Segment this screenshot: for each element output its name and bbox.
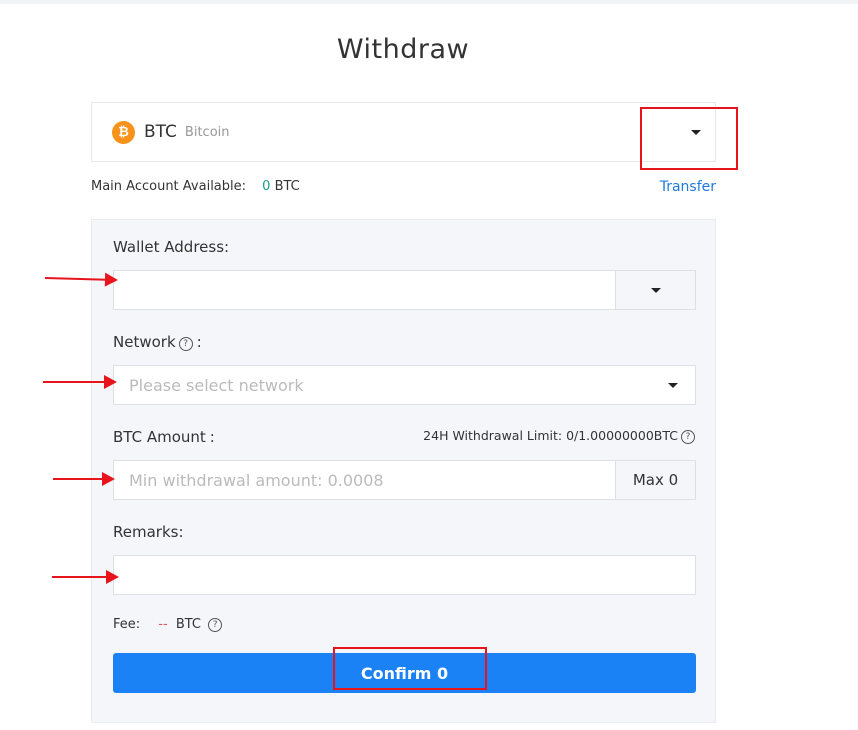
coin-select-dropdown[interactable]: ₿ BTC Bitcoin — [91, 102, 716, 162]
remarks-colon: : — [178, 523, 184, 541]
remarks-label-text: Remarks — [113, 523, 179, 541]
wallet-address-input[interactable] — [113, 270, 696, 310]
address-book-dropdown-button[interactable] — [615, 270, 696, 310]
network-select[interactable]: Please select network — [113, 365, 696, 405]
wallet-address-label-text: Wallet Address — [113, 238, 225, 256]
remarks-input[interactable] — [113, 555, 696, 595]
page-title: Withdraw — [336, 34, 470, 65]
withdrawal-limit-text: 24H Withdrawal Limit: 0/1.00000000BTC — [423, 428, 678, 443]
network-label-text: Network — [113, 333, 176, 351]
wallet-address-label: Wallet Address: — [113, 238, 229, 256]
confirm-button[interactable]: Confirm 0 — [113, 653, 696, 693]
network-label: Network?: — [113, 333, 202, 351]
network-colon: : — [196, 333, 202, 351]
fee-unit: BTC — [175, 617, 202, 632]
coin-name: Bitcoin — [184, 124, 230, 140]
bitcoin-icon: ₿ — [112, 120, 135, 144]
network-placeholder: Please select network — [129, 375, 304, 395]
amount-label: BTC Amount: — [113, 428, 215, 446]
fee-row: Fee: -- BTC ? — [113, 617, 223, 632]
available-amount: 0 — [262, 179, 271, 194]
transfer-link[interactable]: Transfer — [660, 179, 716, 195]
chevron-down-icon — [650, 287, 661, 293]
help-icon[interactable]: ? — [208, 618, 223, 632]
withdraw-form: Wallet Address: Network?: Please select … — [91, 219, 716, 723]
coin-symbol: BTC — [144, 122, 177, 142]
help-icon[interactable]: ? — [681, 430, 695, 444]
top-border — [0, 0, 858, 4]
chevron-down-icon — [668, 383, 678, 388]
help-icon[interactable]: ? — [178, 337, 193, 351]
amount-placeholder: Min withdrawal amount: 0.0008 — [129, 470, 384, 490]
amount-input[interactable]: Min withdrawal amount: 0.0008 Max 0 — [113, 460, 696, 500]
wallet-address-colon: : — [224, 238, 230, 256]
main-account-available: Main Account Available: 0 BTC — [91, 179, 300, 194]
max-button[interactable]: Max 0 — [615, 460, 696, 500]
withdrawal-limit: 24H Withdrawal Limit: 0/1.00000000BTC? — [423, 428, 695, 444]
amount-colon: : — [209, 428, 215, 446]
fee-value: -- — [158, 617, 168, 632]
chevron-down-icon[interactable] — [691, 130, 701, 135]
remarks-label: Remarks: — [113, 523, 184, 541]
available-unit: BTC — [274, 179, 300, 194]
amount-label-text: BTC Amount — [113, 428, 206, 446]
fee-label: Fee: — [113, 617, 141, 632]
available-label: Main Account Available: — [91, 179, 247, 194]
